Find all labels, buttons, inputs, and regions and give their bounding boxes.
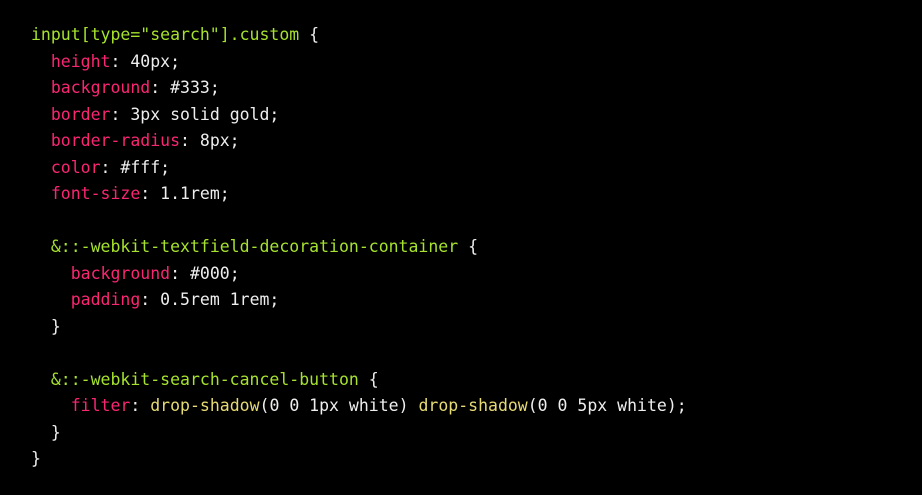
code-line: border: 3px solid gold; [31,102,687,129]
code-token-text: { [458,237,479,256]
code-token-function: drop-shadow [150,396,260,415]
code-token-property: border-radius [50,131,181,150]
code-line: &::-webkit-textfield-decoration-containe… [31,234,687,261]
code-token-text: { [299,25,320,44]
code-line: color: #fff; [31,155,687,182]
code-token-text: : #000; [170,263,240,283]
code-line: padding: 0.5rem 1rem; [31,287,687,314]
code-listing: input[type="search"].custom { height: 40… [31,22,687,473]
code-line: } [31,420,687,447]
code-token-property: border [50,104,111,124]
code-token-property: filter [70,396,131,415]
code-token-text: : 8px; [180,131,240,150]
code-token-function: drop-shadow [418,396,528,415]
code-token-selector: &::-webkit-textfield-decoration-containe… [50,237,459,256]
code-line: height: 40px; [31,49,687,76]
code-token-text: : #333; [150,78,220,97]
code-token-text: } [31,449,41,468]
code-line: background: #000; [31,261,687,288]
code-token-text: (0 0 5px white); [527,396,687,415]
code-token-property: height [50,51,111,71]
code-line: input[type="search"].custom { [31,22,687,49]
code-token-property: background [70,263,171,283]
code-line: } [31,446,687,473]
code-token-selector: input[type="search"].custom [31,25,300,44]
code-line: filter: drop-shadow(0 0 1px white) drop-… [31,393,687,420]
code-token-text: } [31,316,61,336]
code-token-text: : 1.1rem; [140,184,230,203]
code-token-text: : 0.5rem 1rem; [140,290,280,309]
code-token-text: : #fff; [100,157,171,177]
code-token-property: background [50,78,151,97]
code-token-selector: &::-webkit-search-cancel-button [50,369,359,389]
code-line: background: #333; [31,75,687,102]
code-line: } [31,314,687,341]
code-token-property: color [50,157,101,177]
code-block: input[type="search"].custom { height: 40… [0,0,922,495]
code-line: font-size: 1.1rem; [31,181,687,208]
code-token-text: : 3px solid gold; [110,104,280,124]
code-token-property: font-size [50,184,141,203]
code-line: border-radius: 8px; [31,128,687,155]
code-token-text: (0 0 1px white) [259,396,419,415]
code-line: &::-webkit-search-cancel-button { [31,367,687,394]
code-token-text: } [31,422,61,442]
code-token-text: : 40px; [110,51,181,71]
code-token-property: padding [70,290,141,309]
code-token-text: { [358,369,379,389]
code-token-text: : [130,396,151,415]
